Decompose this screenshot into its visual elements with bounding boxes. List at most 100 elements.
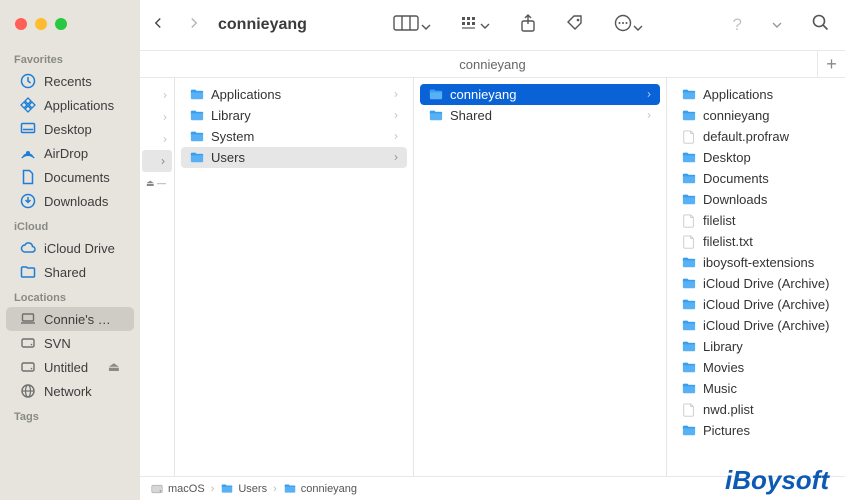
view-columns-button[interactable] [393,15,431,36]
eject-icon[interactable]: ⏏ [108,359,120,375]
folder-icon [681,340,697,354]
item-label: nwd.plist [703,402,754,417]
list-item[interactable] [140,84,174,106]
item-label: System [211,129,254,144]
forward-button[interactable] [188,14,200,37]
eject-row[interactable]: ⏏ — [140,172,174,194]
doc-icon [20,169,36,185]
list-item[interactable]: Shared [420,105,660,126]
item-label: connieyang [450,87,517,102]
share-button[interactable] [520,14,536,37]
list-item[interactable]: Pictures [673,420,839,441]
folder-icon [681,151,697,165]
list-item[interactable]: filelist.txt [673,231,839,252]
group-button[interactable] [461,16,490,35]
close-window-icon[interactable] [15,18,27,30]
maximize-window-icon[interactable] [55,18,67,30]
sidebar-item-label: Network [44,384,92,399]
sidebar-item-desktop[interactable]: Desktop [6,117,134,141]
item-label: iCloud Drive (Archive) [703,318,829,333]
list-item[interactable]: Documents [673,168,839,189]
list-item[interactable] [140,106,174,128]
list-item[interactable]: Users [181,147,407,168]
list-item[interactable]: Desktop [673,147,839,168]
list-item[interactable]: Music [673,378,839,399]
folder-icon [681,88,697,102]
list-item[interactable]: System [181,126,407,147]
list-item[interactable] [140,128,174,150]
list-item[interactable]: iboysoft-extensions [673,252,839,273]
breadcrumb[interactable]: connieyang [283,483,357,495]
folder-icon [681,172,697,186]
chevron-right-icon [646,109,652,123]
item-label: Library [211,108,251,123]
breadcrumb-label: macOS [168,483,205,495]
new-tab-button[interactable]: + [817,51,845,78]
list-item[interactable]: Applications [673,84,839,105]
laptop-icon [20,311,36,327]
list-item[interactable]: filelist [673,210,839,231]
help-button[interactable]: ? [733,15,742,35]
back-button[interactable] [152,14,164,37]
sidebar-item-label: AirDrop [44,146,88,161]
list-item[interactable]: Library [181,105,407,126]
breadcrumb[interactable]: macOS [150,483,205,495]
sidebar-item-icloud-drive[interactable]: iCloud Drive [6,236,134,260]
item-label: filelist [703,213,736,228]
list-item[interactable]: Movies [673,357,839,378]
tab-bar: connieyang + [140,50,845,78]
sidebar-item-svn[interactable]: SVN [6,331,134,355]
disk-icon [20,359,36,375]
sidebar-item-network[interactable]: Network [6,379,134,403]
sidebar-item-label: Connie's Ma… [44,312,120,327]
list-item[interactable]: Downloads [673,189,839,210]
list-item[interactable]: connieyang [673,105,839,126]
desktop-icon [20,121,36,137]
list-item[interactable] [142,150,172,172]
sidebar-item-shared[interactable]: Shared [6,260,134,284]
item-label: Desktop [703,150,751,165]
toolbar-overflow-button[interactable] [772,16,782,34]
file-icon [681,130,697,144]
list-item[interactable]: Library [673,336,839,357]
column-3[interactable]: Applicationsconnieyangdefault.profraw Des… [667,78,845,476]
item-label: Library [703,339,743,354]
list-item[interactable]: iCloud Drive (Archive) [673,294,839,315]
folder-icon [681,256,697,270]
sidebar-item-applications[interactable]: Applications [6,93,134,117]
list-item[interactable]: iCloud Drive (Archive) [673,273,839,294]
chevron-right-icon [393,88,399,102]
file-icon [681,235,697,249]
column-1[interactable]: Applications Library System Users [175,78,414,476]
folder-icon [220,483,234,495]
tags-button[interactable] [566,14,584,37]
folder-icon [189,151,205,165]
sidebar-item-recents[interactable]: Recents [6,69,134,93]
folder-icon [189,109,205,123]
list-item[interactable]: Applications [181,84,407,105]
column-0[interactable]: ⏏ — [140,78,175,476]
column-2[interactable]: connieyang Shared [414,78,667,476]
sidebar-item-airdrop[interactable]: AirDrop [6,141,134,165]
folder-icon [681,319,697,333]
search-button[interactable] [812,14,829,36]
sidebar-item-connie-s-ma-[interactable]: Connie's Ma… [6,307,134,331]
traffic-lights[interactable] [15,18,67,30]
sidebar-item-documents[interactable]: Documents [6,165,134,189]
sidebar-item-label: Untitled [44,360,88,375]
item-label: iCloud Drive (Archive) [703,297,829,312]
sidebar-item-untitled[interactable]: Untitled ⏏ [6,355,134,379]
list-item[interactable]: default.profraw [673,126,839,147]
item-label: Users [211,150,245,165]
list-item[interactable]: iCloud Drive (Archive) [673,315,839,336]
item-label: Applications [211,87,281,102]
list-item[interactable]: nwd.plist [673,399,839,420]
column-browser: ⏏ — Applications Library System Users conni… [140,78,845,476]
tab-title[interactable]: connieyang [459,57,526,72]
list-item[interactable]: connieyang [420,84,660,105]
action-button[interactable] [614,14,643,37]
minimize-window-icon[interactable] [35,18,47,30]
breadcrumb[interactable]: Users [220,483,267,495]
sidebar-item-downloads[interactable]: Downloads [6,189,134,213]
item-label: Documents [703,171,769,186]
